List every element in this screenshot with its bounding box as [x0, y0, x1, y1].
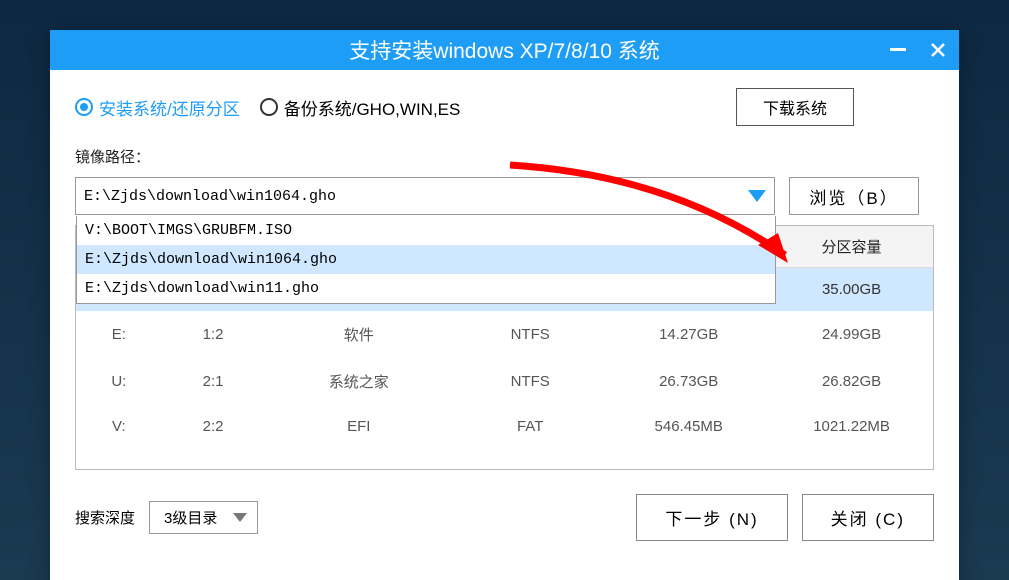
radio-install-label: 安装系统/还原分区 — [99, 95, 240, 120]
dropdown-option[interactable]: E:\Zjds\download\win1064.gho — [77, 245, 775, 274]
image-path-combobox[interactable]: E:\Zjds\download\win1064.gho V:\BOOT\IMG… — [75, 177, 775, 215]
table-cell: 24.99GB — [770, 311, 933, 358]
table-cell: U: — [76, 358, 162, 405]
image-path-row: E:\Zjds\download\win1064.gho V:\BOOT\IMG… — [75, 177, 934, 215]
table-header[interactable]: 分区容量 — [770, 226, 933, 268]
table-row[interactable]: U:2:1系统之家NTFS26.73GB26.82GB — [76, 358, 933, 405]
table-cell: 软件 — [265, 311, 454, 358]
radio-backup-label: 备份系统/GHO,WIN,ES — [284, 95, 461, 120]
download-system-button[interactable]: 下载系统 — [736, 88, 854, 126]
dropdown-option[interactable]: E:\Zjds\download\win11.gho — [77, 274, 775, 303]
radio-install-restore[interactable]: 安装系统/还原分区 — [75, 95, 240, 120]
table-cell: 2:1 — [162, 358, 265, 405]
table-cell: 546.45MB — [607, 405, 770, 448]
radio-backup[interactable]: 备份系统/GHO,WIN,ES — [260, 95, 461, 120]
search-depth-select[interactable]: 3级目录 — [149, 501, 258, 534]
table-cell: V: — [76, 405, 162, 448]
table-cell: 35.00GB — [770, 268, 933, 312]
minimize-button[interactable] — [887, 39, 909, 61]
dropdown-arrow-icon[interactable] — [748, 190, 766, 202]
image-path-label: 镜像路径： — [75, 146, 934, 167]
app-window: 支持安装windows XP/7/8/10 系统 安装系统/还原分区 备份系统/… — [50, 30, 959, 580]
table-row[interactable]: E:1:2软件NTFS14.27GB24.99GB — [76, 311, 933, 358]
search-depth-label: 搜索深度 — [75, 507, 135, 528]
image-path-dropdown: V:\BOOT\IMGS\GRUBFM.ISO E:\Zjds\download… — [76, 216, 776, 304]
chevron-down-icon — [233, 513, 247, 522]
titlebar-controls — [887, 30, 949, 70]
table-row[interactable]: V:2:2EFIFAT546.45MB1021.22MB — [76, 405, 933, 448]
bottom-toolbar: 搜索深度 3级目录 下一步 (N) 关闭 (C) — [75, 494, 934, 541]
image-path-value: E:\Zjds\download\win1064.gho — [84, 188, 748, 205]
table-cell: 26.73GB — [607, 358, 770, 405]
next-button[interactable]: 下一步 (N) — [636, 494, 787, 541]
table-cell: 26.82GB — [770, 358, 933, 405]
browse-button[interactable]: 浏览（B） — [789, 177, 919, 215]
window-title: 支持安装windows XP/7/8/10 系统 — [349, 35, 659, 65]
radio-icon-selected — [75, 98, 93, 116]
mode-radio-group: 安装系统/还原分区 备份系统/GHO,WIN,ES 下载系统 — [75, 88, 934, 126]
close-button[interactable] — [927, 39, 949, 61]
titlebar: 支持安装windows XP/7/8/10 系统 — [50, 30, 959, 70]
table-cell: 1:2 — [162, 311, 265, 358]
dropdown-option[interactable]: V:\BOOT\IMGS\GRUBFM.ISO — [77, 216, 775, 245]
table-cell: 14.27GB — [607, 311, 770, 358]
search-depth-value: 3级目录 — [164, 507, 217, 528]
close-app-button[interactable]: 关闭 (C) — [802, 494, 934, 541]
table-cell: FAT — [453, 405, 607, 448]
content-area: 安装系统/还原分区 备份系统/GHO,WIN,ES 下载系统 镜像路径： E:\… — [50, 70, 959, 541]
table-cell: 1021.22MB — [770, 405, 933, 448]
radio-icon-unselected — [260, 98, 278, 116]
table-cell: 系统之家 — [265, 358, 454, 405]
table-cell: 2:2 — [162, 405, 265, 448]
table-cell: NTFS — [453, 311, 607, 358]
table-cell: E: — [76, 311, 162, 358]
table-cell: EFI — [265, 405, 454, 448]
table-cell: NTFS — [453, 358, 607, 405]
